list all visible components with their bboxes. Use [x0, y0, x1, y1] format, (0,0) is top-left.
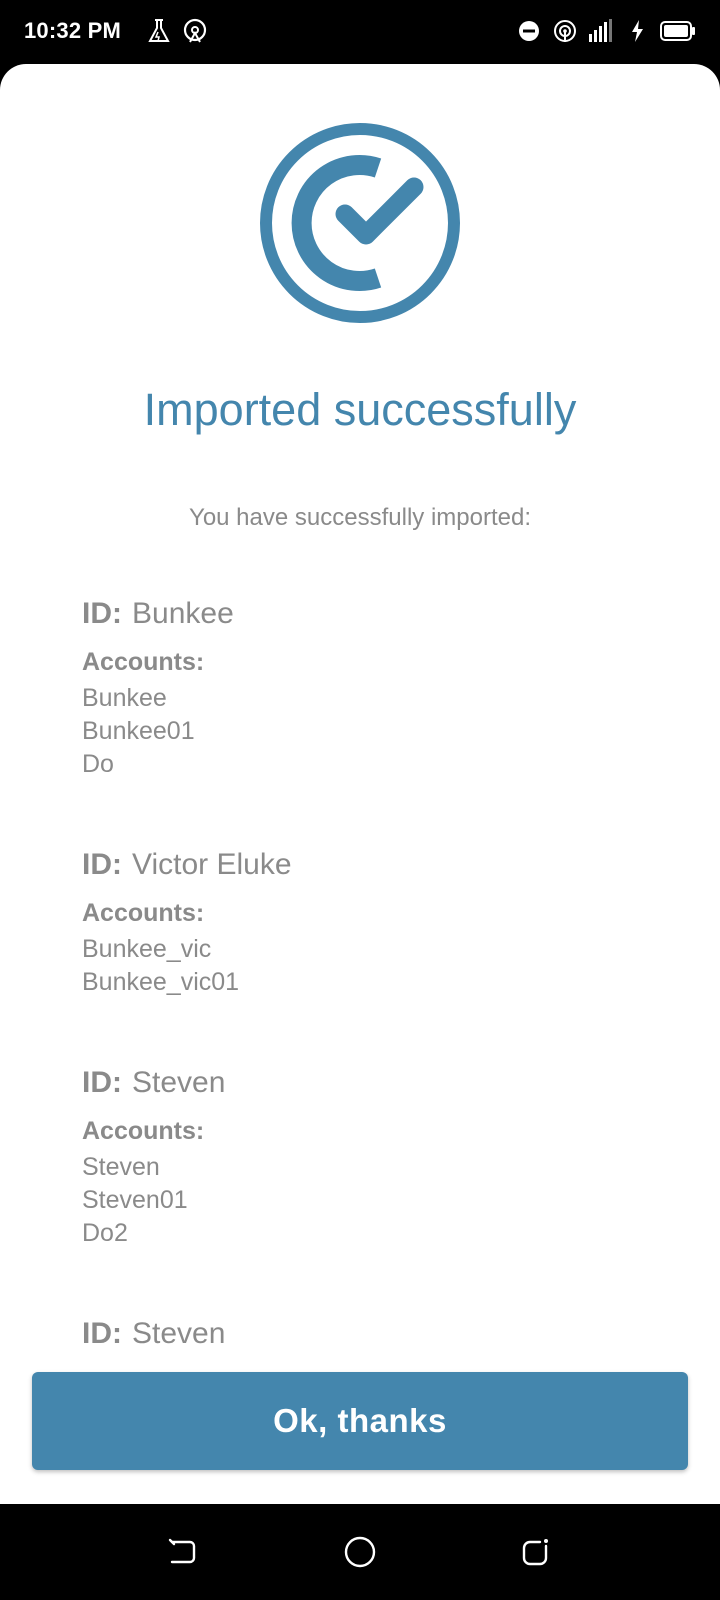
list-item: ID: Steven	[82, 1314, 642, 1354]
account-item: Bunkee01	[82, 717, 195, 745]
imported-list: ID: Bunkee Accounts: Bunkee Bunkee01 Do I…	[82, 594, 642, 1418]
home-icon[interactable]	[342, 1534, 378, 1570]
id-value: Steven	[132, 1317, 226, 1350]
entry-id: ID: Steven	[82, 1063, 642, 1103]
battery-icon	[660, 18, 696, 44]
status-left-icons	[146, 18, 208, 44]
account-item: Bunkee_vic01	[82, 968, 240, 996]
id-value: Steven	[132, 1066, 226, 1099]
recents-icon[interactable]	[518, 1534, 554, 1570]
account-item: Steven01	[82, 1186, 188, 1214]
status-time: 10:32 PM	[24, 18, 121, 43]
id-value: Victor Eluke	[132, 848, 292, 881]
list-item: ID: Steven Accounts: Steven Steven01 Do2	[82, 1063, 642, 1250]
charging-icon	[624, 18, 650, 44]
id-label: ID:	[82, 597, 122, 630]
status-bar: 10:32 PM	[0, 0, 720, 64]
dialog-subtitle: You have successfully imported:	[189, 504, 531, 531]
accounts-label: Accounts:	[82, 899, 205, 927]
import-result-sheet: Imported successfully You have successfu…	[0, 64, 720, 1504]
account-item: Steven	[82, 1153, 160, 1181]
wifi-hotspot-icon	[552, 18, 578, 44]
do-not-disturb-icon	[516, 18, 542, 44]
signal-icon	[588, 18, 614, 44]
id-label: ID:	[82, 1066, 122, 1099]
navigation-bar	[0, 1504, 720, 1600]
id-label: ID:	[82, 848, 122, 881]
list-item: ID: Bunkee Accounts: Bunkee Bunkee01 Do	[82, 594, 642, 781]
accounts-list: Bunkee_vic Bunkee_vic01	[82, 933, 642, 999]
id-value: Bunkee	[132, 597, 234, 630]
hotspot-icon	[182, 18, 208, 44]
accounts-label: Accounts:	[82, 648, 205, 676]
back-icon[interactable]	[164, 1534, 200, 1570]
ok-thanks-button[interactable]: Ok, thanks	[32, 1372, 688, 1470]
accounts-label: Accounts:	[82, 1117, 205, 1145]
success-check-logo-icon	[259, 122, 461, 324]
account-item: Bunkee_vic	[82, 935, 212, 963]
id-label: ID:	[82, 1317, 122, 1350]
account-item: Bunkee	[82, 684, 167, 712]
account-item: Do	[82, 750, 114, 778]
entry-id: ID: Bunkee	[82, 594, 642, 634]
accounts-list: Bunkee Bunkee01 Do	[82, 682, 642, 781]
accounts-list: Steven Steven01 Do2	[82, 1151, 642, 1250]
dialog-title: Imported successfully	[143, 384, 577, 435]
list-item: ID: Victor Eluke Accounts: Bunkee_vic Bun…	[82, 845, 642, 999]
status-right-icons	[516, 18, 696, 44]
flask-icon	[146, 18, 172, 44]
entry-id: ID: Steven	[82, 1314, 642, 1354]
account-item: Do2	[82, 1219, 128, 1247]
entry-id: ID: Victor Eluke	[82, 845, 642, 885]
